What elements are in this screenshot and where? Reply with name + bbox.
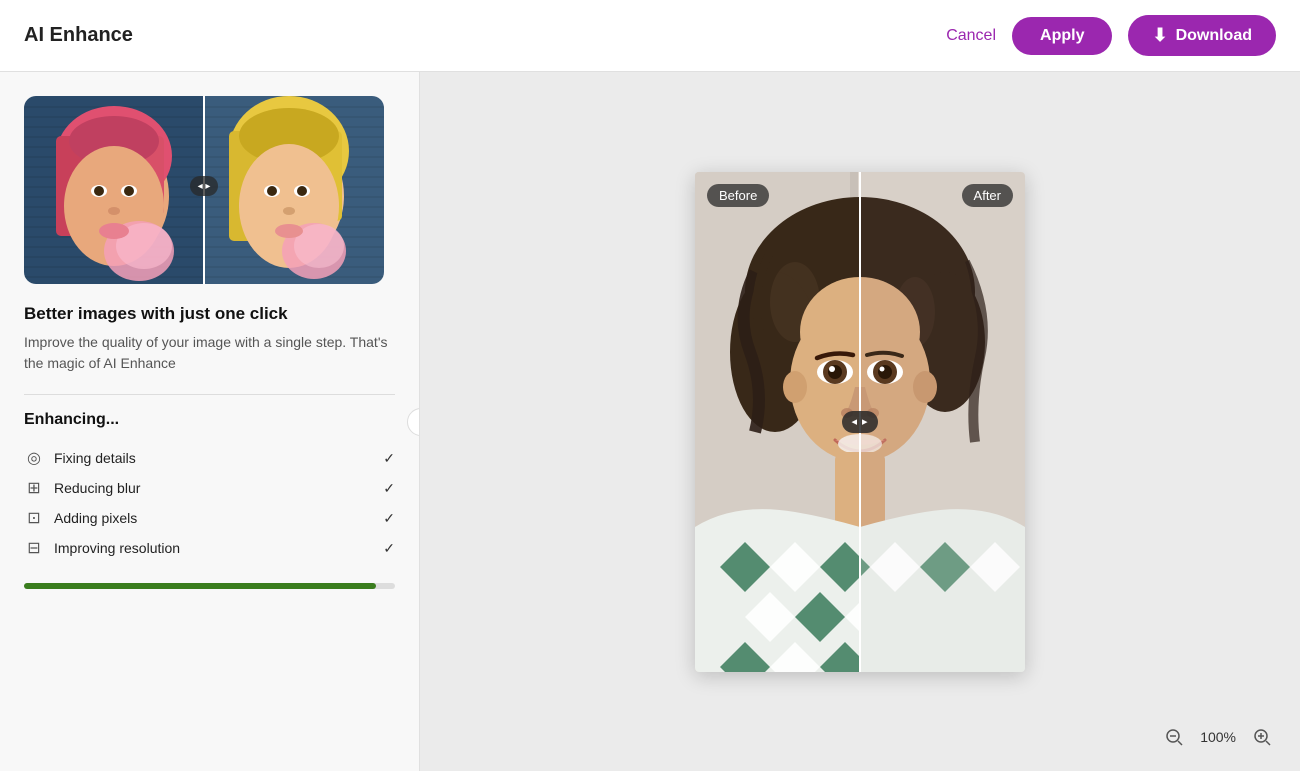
progress-bar-container (24, 583, 395, 589)
enhancing-title: Enhancing... (24, 411, 395, 429)
zoom-controls: 100% (1160, 723, 1276, 751)
zoom-level-display: 100% (1200, 729, 1236, 745)
svg-text:◂ ▸: ◂ ▸ (198, 181, 211, 192)
fix-details-icon: ◎ (24, 448, 44, 468)
zoom-in-icon (1252, 727, 1272, 747)
download-button[interactable]: ⬇ Download (1128, 15, 1276, 56)
left-panel: ◂ ▸ Better images with just one click Im… (0, 72, 420, 771)
enhance-item-label: Reducing blur (54, 480, 140, 496)
enhance-item-label: Fixing details (54, 450, 136, 466)
enhance-item-fixing-details: ◎ Fixing details ✓ (24, 443, 395, 473)
after-label: After (962, 184, 1013, 207)
zoom-out-icon (1164, 727, 1184, 747)
main-content: ◂ ▸ Before After 100% (420, 72, 1300, 771)
apply-button[interactable]: Apply (1012, 17, 1112, 55)
progress-bar-fill (24, 583, 376, 589)
enhance-item-reducing-blur: ⊞ Reducing blur ✓ (24, 473, 395, 503)
after-image (695, 172, 860, 672)
enhance-item-adding-pixels: ⊡ Adding pixels ✓ (24, 503, 395, 533)
cancel-button[interactable]: Cancel (946, 27, 996, 45)
preview-image-container[interactable]: ◂ ▸ (24, 96, 384, 284)
enhance-list: ◎ Fixing details ✓ ⊞ Reducing blur ✓ ⊡ A… (24, 443, 395, 563)
preview-svg: ◂ ▸ (24, 96, 384, 284)
check-icon-fixing: ✓ (383, 450, 395, 467)
download-icon: ⬇ (1152, 25, 1167, 46)
add-pixels-icon: ⊡ (24, 508, 44, 528)
check-icon-blur: ✓ (383, 480, 395, 497)
improve-res-icon: ⊟ (24, 538, 44, 558)
compare-container[interactable]: ◂ ▸ Before After (695, 172, 1025, 672)
compare-handle[interactable]: ◂ ▸ (842, 411, 878, 433)
zoom-out-button[interactable] (1160, 723, 1188, 751)
header-actions: Cancel Apply ⬇ Download (946, 15, 1276, 56)
collapse-panel-button[interactable]: ‹ (407, 408, 420, 436)
enhance-item-improving-res: ⊟ Improving resolution ✓ (24, 533, 395, 563)
check-icon-pixels: ✓ (383, 510, 395, 527)
after-image-clip (695, 172, 860, 672)
panel-heading: Better images with just one click (24, 304, 395, 324)
enhance-item-label: Improving resolution (54, 540, 180, 556)
main-layout: ◂ ▸ Better images with just one click Im… (0, 72, 1300, 771)
panel-divider (24, 394, 395, 395)
reduce-blur-icon: ⊞ (24, 478, 44, 498)
check-icon-resolution: ✓ (383, 540, 395, 557)
panel-description: Improve the quality of your image with a… (24, 332, 395, 374)
zoom-in-button[interactable] (1248, 723, 1276, 751)
before-label: Before (707, 184, 769, 207)
app-title: AI Enhance (24, 24, 133, 47)
app-header: AI Enhance Cancel Apply ⬇ Download (0, 0, 1300, 72)
enhance-item-label: Adding pixels (54, 510, 137, 526)
